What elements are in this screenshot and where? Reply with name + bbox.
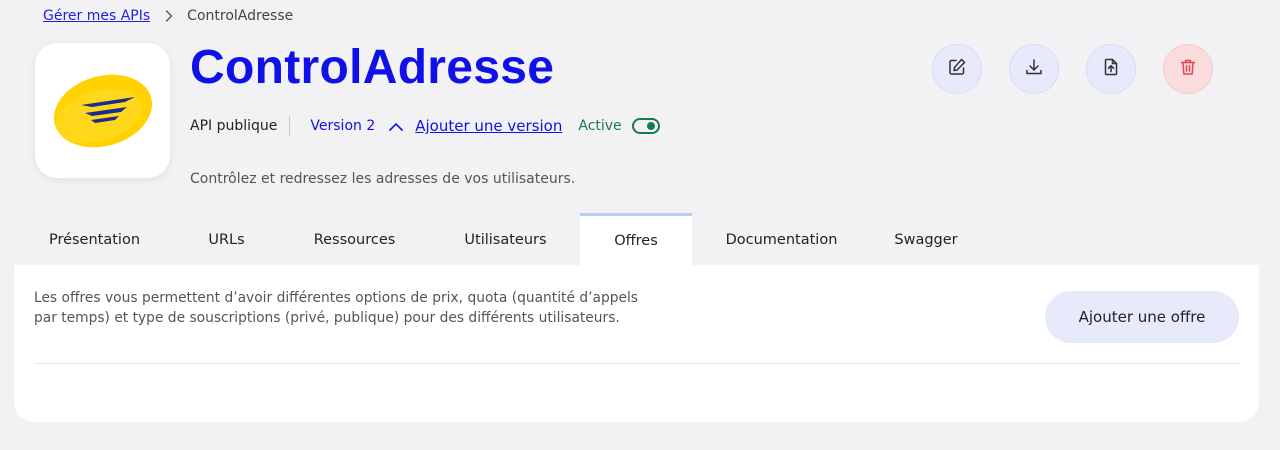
page-title: ControlAdresse	[190, 41, 555, 94]
tab-urls[interactable]: URLs	[175, 213, 278, 265]
tab-documentation[interactable]: Documentation	[692, 213, 871, 265]
chevron-up-icon	[389, 122, 404, 131]
trash-icon	[1178, 57, 1198, 81]
divider	[289, 116, 291, 136]
breadcrumb: Gérer mes APIs ControlAdresse	[43, 8, 293, 24]
file-upload-icon	[1101, 57, 1121, 81]
add-offer-button[interactable]: Ajouter une offre	[1045, 291, 1239, 343]
divider	[34, 363, 1239, 364]
edit-button[interactable]	[932, 44, 982, 94]
tab-offres[interactable]: Offres	[580, 213, 692, 265]
download-icon	[1024, 57, 1044, 81]
tab-utilisateurs[interactable]: Utilisateurs	[431, 213, 580, 265]
tab-ressources[interactable]: Ressources	[278, 213, 431, 265]
breadcrumb-current: ControlAdresse	[187, 8, 294, 24]
version-selector[interactable]: Version 2	[310, 118, 404, 134]
chevron-right-icon	[165, 10, 173, 22]
api-description: Contrôlez et redressez les adresses de v…	[190, 171, 576, 187]
version-label: Version 2	[310, 118, 376, 134]
active-toggle[interactable]	[631, 118, 660, 134]
delete-button[interactable]	[1163, 44, 1213, 94]
offers-intro-text: Les offres vous permettent d’avoir diffé…	[34, 290, 638, 326]
add-version-link[interactable]: Ajouter une version	[415, 117, 562, 135]
pencil-square-icon	[947, 57, 967, 81]
breadcrumb-link-manage-apis[interactable]: Gérer mes APIs	[43, 8, 150, 24]
tab-presentation[interactable]: Présentation	[14, 213, 175, 265]
download-button[interactable]	[1009, 44, 1059, 94]
offers-panel: Les offres vous permettent d’avoir diffé…	[14, 265, 1259, 422]
tab-bar: Présentation URLs Ressources Utilisateur…	[14, 213, 981, 265]
tab-swagger[interactable]: Swagger	[871, 213, 981, 265]
api-logo	[35, 43, 170, 178]
la-poste-logo-icon	[53, 74, 152, 147]
toggle-knob	[646, 122, 655, 130]
export-button[interactable]	[1086, 44, 1136, 94]
visibility-label: API publique	[190, 118, 278, 134]
api-meta-row: API publique Version 2 Ajouter une versi…	[190, 114, 660, 138]
status-label: Active	[578, 118, 622, 134]
